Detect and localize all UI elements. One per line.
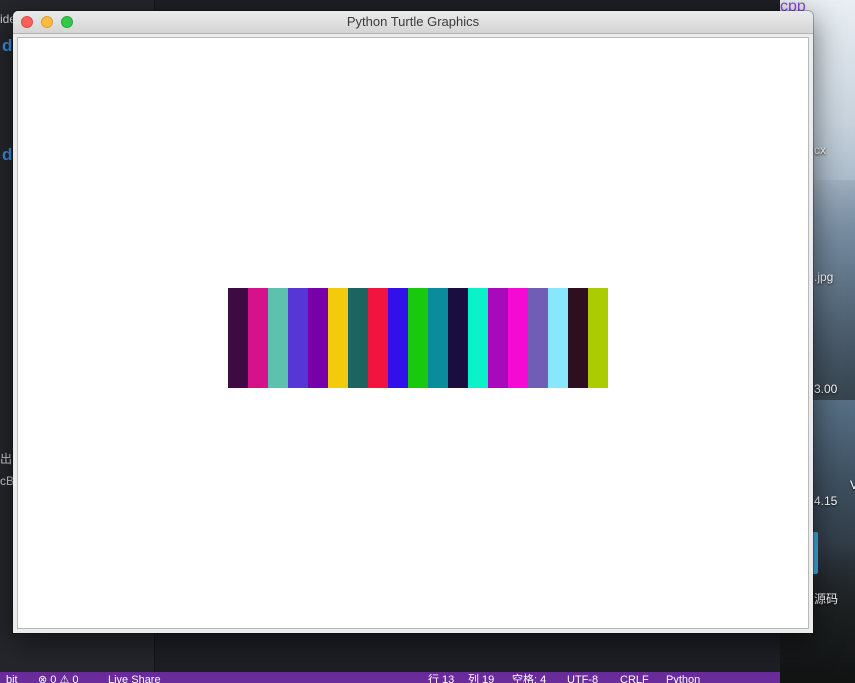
statusbar-branch[interactable]: bit (6, 672, 18, 683)
color-stripe (368, 288, 388, 388)
color-stripe (528, 288, 548, 388)
color-stripe (328, 288, 348, 388)
editor-statusbar: bit ⊗ 0 ⚠ 0 Live Share 行 13 列 19 空格: 4 U… (0, 672, 780, 683)
turtle-canvas[interactable] (19, 39, 807, 627)
sidebar-fragment: cB (0, 474, 15, 488)
color-stripe (508, 288, 528, 388)
desktop-label[interactable]: .jpg (814, 270, 833, 284)
color-stripe (488, 288, 508, 388)
sidebar-fragment: 出 (0, 452, 13, 466)
color-stripe (428, 288, 448, 388)
color-stripe (448, 288, 468, 388)
color-stripe (268, 288, 288, 388)
statusbar-column[interactable]: 列 19 (468, 672, 494, 683)
color-stripe (568, 288, 588, 388)
color-stripe (388, 288, 408, 388)
color-stripe (588, 288, 608, 388)
sidebar-fragment: d (2, 36, 13, 55)
zoom-window-button[interactable] (61, 16, 73, 28)
desktop-label[interactable]: 3.00 (814, 382, 837, 396)
color-stripe (248, 288, 268, 388)
color-stripe (468, 288, 488, 388)
statusbar-eol[interactable]: CRLF (620, 672, 649, 683)
statusbar-language[interactable]: Python (666, 672, 700, 683)
color-stripe (548, 288, 568, 388)
statusbar-live-share[interactable]: Live Share (108, 672, 161, 683)
desktop-label[interactable]: V (850, 478, 855, 492)
statusbar-encoding[interactable]: UTF-8 (567, 672, 598, 683)
desktop-label[interactable]: 源码 (814, 590, 838, 607)
desktop-label[interactable]: 4.15 (814, 494, 837, 508)
color-stripe (308, 288, 328, 388)
minimize-window-button[interactable] (41, 16, 53, 28)
desktop-label[interactable]: cx (814, 143, 826, 157)
statusbar-problems[interactable]: ⊗ 0 ⚠ 0 (38, 672, 78, 683)
color-stripe (288, 288, 308, 388)
close-window-button[interactable] (21, 16, 33, 28)
statusbar-spaces[interactable]: 空格: 4 (512, 672, 546, 683)
turtle-canvas-frame (17, 37, 809, 629)
color-stripe (228, 288, 248, 388)
color-stripe (408, 288, 428, 388)
window-titlebar[interactable]: Python Turtle Graphics (13, 11, 813, 34)
turtle-window: Python Turtle Graphics (13, 11, 813, 633)
color-stripe (348, 288, 368, 388)
sidebar-fragment: d (2, 145, 13, 164)
window-title: Python Turtle Graphics (346, 14, 480, 29)
statusbar-line[interactable]: 行 13 (428, 672, 454, 683)
